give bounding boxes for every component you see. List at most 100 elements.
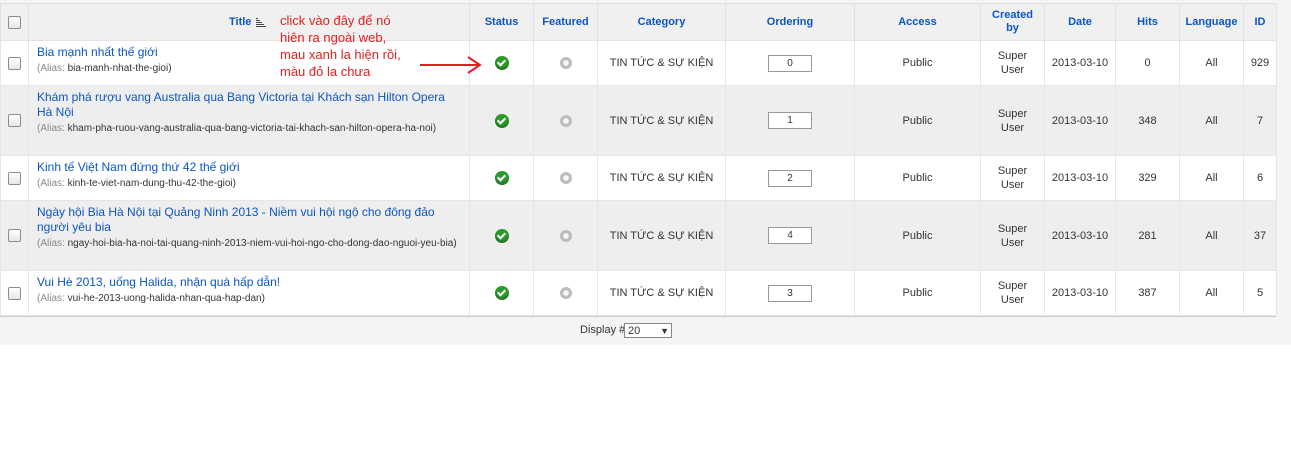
status-cell [469, 155, 534, 201]
published-check-icon[interactable] [494, 56, 509, 70]
language-cell: All [1179, 85, 1244, 156]
row-select-cell [0, 85, 29, 156]
date-cell: 2013-03-10 [1044, 270, 1116, 316]
access-cell: Public [854, 155, 981, 201]
access-cell: Public [854, 270, 981, 316]
status-header[interactable]: Status [469, 3, 534, 41]
featured-cell [533, 40, 598, 86]
language-header[interactable]: Language [1179, 3, 1244, 41]
title-cell: Kinh tế Việt Nam đứng thứ 42 thế giới (A… [28, 155, 470, 201]
date-cell: 2013-03-10 [1044, 155, 1116, 201]
row-checkbox[interactable] [8, 56, 21, 70]
row-select-cell [0, 270, 29, 316]
table-row: Ngày hội Bia Hà Nội tại Quảng Ninh 2013 … [0, 200, 1277, 271]
date-header[interactable]: Date [1044, 3, 1116, 41]
unfeatured-icon[interactable] [559, 172, 572, 185]
annotation-note: click vào đây để nó hiên ra ngoài web, m… [280, 12, 401, 80]
ordering-input[interactable] [768, 169, 812, 187]
article-manager-panel: Title Status Featured Category Ordering … [0, 0, 1291, 345]
published-check-icon[interactable] [494, 228, 509, 243]
access-cell: Public [854, 200, 981, 271]
unfeatured-icon[interactable] [559, 57, 572, 70]
ordering-input[interactable] [768, 112, 812, 129]
status-cell [469, 200, 534, 271]
language-cell: All [1179, 200, 1244, 271]
row-checkbox[interactable] [8, 171, 21, 185]
display-count-select[interactable]: 20 ▼ [624, 323, 672, 338]
access-header[interactable]: Access [854, 3, 981, 41]
access-cell: Public [854, 40, 981, 86]
category-cell: TIN TỨC & SỰ KIỆN [597, 155, 726, 201]
id-header[interactable]: ID [1243, 3, 1277, 41]
created-by-header[interactable]: Created by [980, 3, 1045, 41]
category-cell: TIN TỨC & SỰ KIỆN [597, 85, 726, 156]
article-title-link[interactable]: Vui Hè 2013, uống Halida, nhận quà hấp d… [37, 275, 463, 290]
published-check-icon[interactable] [494, 171, 509, 185]
articles-table-body: Bia mạnh nhất thế giới (Alias: bia-manh-… [0, 40, 1277, 316]
hits-cell: 387 [1115, 270, 1180, 316]
id-cell: 5 [1243, 270, 1277, 316]
status-cell [469, 85, 534, 156]
created-by-cell: Super User [980, 155, 1045, 201]
unfeatured-icon[interactable] [559, 229, 572, 242]
annotation-line: click vào đây để nó [280, 13, 391, 28]
published-check-icon[interactable] [494, 113, 509, 128]
article-title-link[interactable]: Khám phá rượu vang Australia qua Bang Vi… [37, 90, 463, 120]
featured-cell [533, 270, 598, 316]
title-cell: Bia mạnh nhất thế giới (Alias: bia-manh-… [28, 40, 470, 86]
article-alias: (Alias: kham-pha-ruou-vang-australia-qua… [37, 123, 437, 134]
article-alias: (Alias: vui-he-2013-uong-halida-nhan-qua… [37, 293, 265, 304]
article-alias: (Alias: ngay-hoi-bia-ha-noi-tai-quang-ni… [37, 238, 457, 249]
row-checkbox[interactable] [8, 286, 21, 300]
date-cell: 2013-03-10 [1044, 200, 1116, 271]
article-title-link[interactable]: Ngày hội Bia Hà Nội tại Quảng Ninh 2013 … [37, 205, 463, 235]
title-cell: Ngày hội Bia Hà Nội tại Quảng Ninh 2013 … [28, 200, 470, 271]
hits-cell: 281 [1115, 200, 1180, 271]
row-checkbox[interactable] [8, 229, 21, 242]
date-cell: 2013-03-10 [1044, 40, 1116, 86]
ordering-cell [725, 200, 855, 271]
ordering-header[interactable]: Ordering [725, 3, 855, 41]
table-row: Khám phá rượu vang Australia qua Bang Vi… [0, 85, 1277, 156]
display-count-value: 20 [628, 325, 641, 337]
select-all-checkbox[interactable] [8, 15, 21, 29]
sort-asc-icon[interactable] [256, 17, 267, 27]
language-cell: All [1179, 40, 1244, 86]
published-check-icon[interactable] [494, 286, 509, 300]
title-cell: Khám phá rượu vang Australia qua Bang Vi… [28, 85, 470, 156]
unfeatured-icon[interactable] [559, 287, 572, 300]
id-cell: 929 [1243, 40, 1277, 86]
featured-header[interactable]: Featured [533, 3, 598, 41]
annotation-arrow-icon [420, 56, 482, 74]
title-header-label[interactable]: Title [229, 16, 251, 28]
title-header[interactable]: Title [28, 3, 470, 41]
created-by-cell: Super User [980, 200, 1045, 271]
ordering-input[interactable] [768, 284, 812, 302]
language-cell: All [1179, 155, 1244, 201]
table-header-row: Title Status Featured Category Ordering … [0, 3, 1277, 41]
title-cell: Vui Hè 2013, uống Halida, nhận quà hấp d… [28, 270, 470, 316]
category-cell: TIN TỨC & SỰ KIỆN [597, 40, 726, 86]
hits-cell: 329 [1115, 155, 1180, 201]
ordering-input[interactable] [768, 227, 812, 244]
table-row: Bia mạnh nhất thế giới (Alias: bia-manh-… [0, 40, 1277, 86]
ordering-cell [725, 85, 855, 156]
article-alias: (Alias: kinh-te-viet-nam-dung-thu-42-the… [37, 178, 236, 189]
hits-cell: 348 [1115, 85, 1180, 156]
featured-cell [533, 155, 598, 201]
featured-cell [533, 200, 598, 271]
ordering-cell [725, 270, 855, 316]
created-by-cell: Super User [980, 85, 1045, 156]
created-by-cell: Super User [980, 270, 1045, 316]
unfeatured-icon[interactable] [559, 114, 572, 127]
annotation-line: màu đỏ la chưa [280, 64, 371, 79]
row-checkbox[interactable] [8, 114, 21, 127]
ordering-input[interactable] [768, 54, 812, 72]
table-row: Vui Hè 2013, uống Halida, nhận quà hấp d… [0, 270, 1277, 316]
article-title-link[interactable]: Kinh tế Việt Nam đứng thứ 42 thế giới [37, 160, 463, 175]
row-select-cell [0, 200, 29, 271]
id-cell: 6 [1243, 155, 1277, 201]
hits-header[interactable]: Hits [1115, 3, 1180, 41]
category-header[interactable]: Category [597, 3, 726, 41]
row-select-cell [0, 155, 29, 201]
